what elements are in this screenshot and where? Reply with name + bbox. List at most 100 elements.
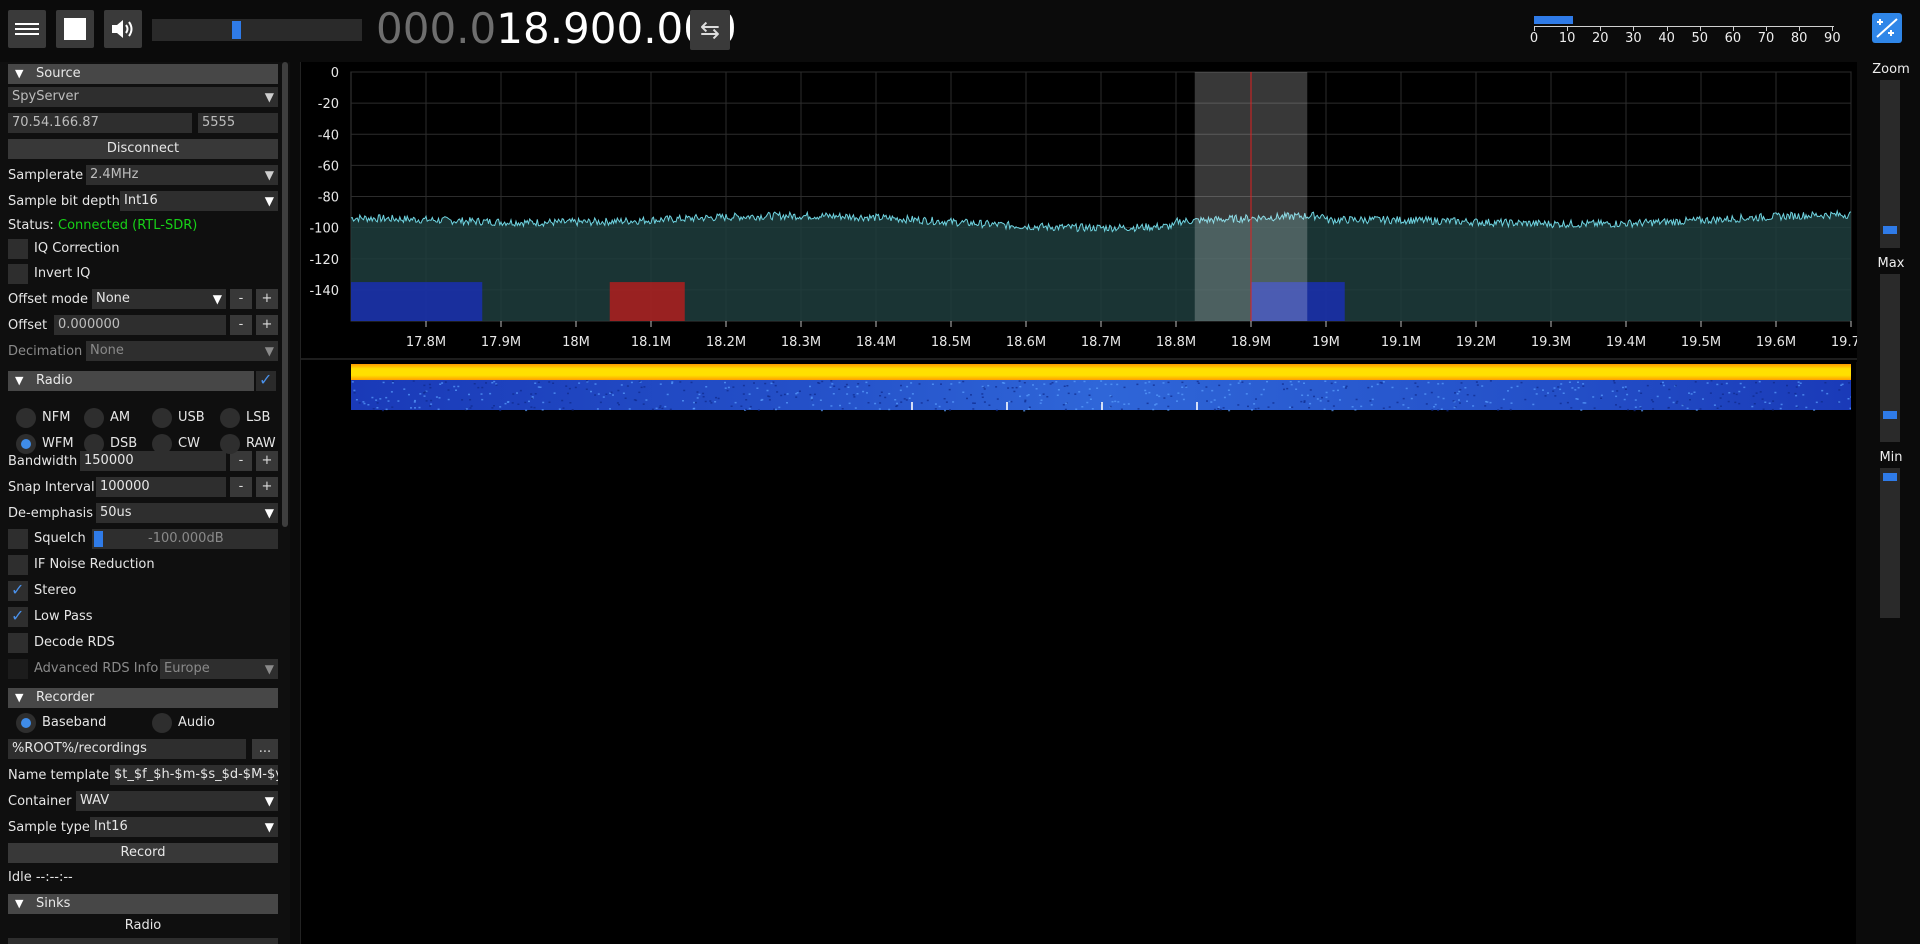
disconnect-button[interactable]: Disconnect [8,139,278,159]
min-slider[interactable] [1880,468,1900,618]
offset-mode-select[interactable]: None ▼ [92,289,226,309]
volume-button[interactable] [104,10,142,48]
source-type-select[interactable]: SpyServer ▼ [8,87,278,107]
volume-slider[interactable] [152,19,362,41]
waterfall-pixel [481,386,484,389]
rds-region-select[interactable]: Europe ▼ [160,659,278,679]
app-logo-icon[interactable] [1872,13,1902,43]
stop-button[interactable] [56,10,94,48]
bandwidth-minus-button[interactable]: - [230,451,252,471]
offset-plus-button[interactable]: + [256,315,278,335]
waterfall-pixel [1646,384,1649,387]
fft-plot[interactable]: 0 -20 -40 -60 -80 -100 -120 -140 17.8M 17.9M 18M 18… [301,62,1857,362]
advanced-rds-checkbox[interactable] [8,659,28,679]
name-template-input[interactable]: $t_$f_$h-$m-$s_$d-$M-$y [110,765,278,785]
port-input[interactable]: 5555 [198,113,278,133]
waterfall-pixel [821,380,824,383]
record-button[interactable]: Record [8,843,278,863]
recordings-path-input[interactable]: %ROOT%/recordings [8,739,246,759]
offset-minus-button[interactable]: - [230,315,252,335]
samplerate-select[interactable]: 2.4MHz ▼ [86,165,278,185]
snap-minus-button[interactable]: - [230,477,252,497]
decode-rds-checkbox[interactable] [8,633,28,653]
squelch-checkbox[interactable] [8,529,28,549]
x-tick-label: 18.9M [1231,335,1271,350]
waterfall-pixel [1024,400,1027,403]
radio-section-header[interactable]: ▼ Radio [8,371,254,391]
mode-radio-nfm[interactable] [16,408,36,428]
sidebar-scrollbar[interactable] [282,62,288,527]
offset-mode-minus-button[interactable]: - [230,289,252,309]
host-value: 70.54.166.87 [12,115,99,130]
x-tick-label: 19.5M [1681,335,1721,350]
zoom-slider-thumb[interactable] [1883,226,1897,234]
sample-type-select[interactable]: Int16 ▼ [90,817,278,837]
waterfall-pixel [612,394,614,396]
squelch-slider-thumb[interactable] [94,531,103,547]
waterfall-pixel [537,381,540,383]
mode-radio-wfm[interactable] [16,434,36,454]
frequency-display[interactable]: 000.018.900.000 [376,4,737,53]
tuning-mode-button[interactable]: ⇆ [690,10,730,50]
max-slider[interactable] [1880,274,1900,442]
waterfall-pixel [1593,407,1596,409]
waterfall-pixel [774,384,777,387]
deemphasis-select[interactable]: 50us ▼ [96,503,278,523]
snap-interval-input[interactable]: 100000 [96,477,226,497]
radio-enable-checkbox[interactable] [256,370,276,391]
waterfall-pixel [1849,407,1851,410]
waterfall-pixel [429,405,431,407]
bandwidth-plus-button[interactable]: + [256,451,278,471]
mode-radio-cw[interactable] [152,434,172,454]
menu-icon[interactable] [8,10,46,48]
waterfall-pixel [461,399,464,401]
waterfall-pixel [1577,381,1579,383]
snap-plus-button[interactable]: + [256,477,278,497]
waterfall-pixel [1331,409,1334,412]
waterfall-pixel [539,386,542,388]
baseband-radio[interactable] [16,713,36,733]
invert-iq-checkbox[interactable] [8,264,28,284]
recorder-section-header[interactable]: ▼ Recorder [8,688,278,708]
waterfall-pixel [845,383,848,386]
sink-select[interactable] [8,938,278,944]
container-select[interactable]: WAV ▼ [76,791,278,811]
squelch-slider[interactable]: -100.000dB [92,529,278,549]
audio-radio[interactable] [152,713,172,733]
waterfall-pixel [1570,407,1573,409]
host-input[interactable]: 70.54.166.87 [8,113,192,133]
mode-radio-lsb[interactable] [220,408,240,428]
decimation-select[interactable]: None ▼ [86,341,278,361]
min-slider-thumb[interactable] [1883,473,1897,481]
waterfall-pixel [495,384,498,386]
volume-slider-thumb[interactable] [232,21,242,39]
waterfall-pixel [1323,408,1326,410]
waterfall[interactable] [351,362,1851,412]
mode-radio-dsb[interactable] [84,434,104,454]
bandwidth-input[interactable]: 150000 [80,451,226,471]
mode-radio-usb[interactable] [152,408,172,428]
waterfall-pixel [1516,385,1519,388]
max-slider-thumb[interactable] [1883,411,1897,419]
sinks-section-header[interactable]: ▼ Sinks [8,894,278,914]
waterfall-pixel [569,402,572,404]
zoom-slider[interactable] [1880,80,1900,248]
offset-mode-plus-button[interactable]: + [256,289,278,309]
bitdepth-select[interactable]: Int16 ▼ [120,191,278,211]
browse-button[interactable]: ... [252,739,278,759]
iq-correction-checkbox[interactable] [8,239,28,259]
frequency-digits-dim[interactable]: 000.0 [376,4,496,53]
stereo-checkbox[interactable] [8,580,28,601]
mode-radio-am[interactable] [84,408,104,428]
mode-radio-raw[interactable] [220,434,240,454]
waterfall-pixel [1544,395,1547,397]
offset-input[interactable]: 0.000000 [54,315,226,335]
low-pass-checkbox[interactable] [8,606,28,627]
spectrum-area[interactable]: 0 -20 -40 -60 -80 -100 -120 -140 17.8M 17.9M 18M 18… [300,62,1857,944]
waterfall-pixel [1780,403,1783,406]
source-section-header[interactable]: ▼ Source [8,64,278,84]
waterfall-pixel [519,389,522,392]
if-noise-reduction-checkbox[interactable] [8,555,28,575]
waterfall-pixel [1313,395,1315,398]
waterfall-pixel [1466,400,1468,402]
